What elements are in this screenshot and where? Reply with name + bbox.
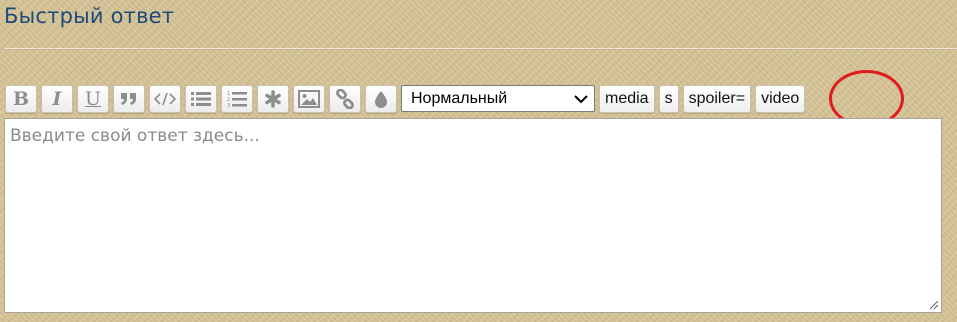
link-icon bbox=[336, 88, 354, 109]
link-button[interactable] bbox=[329, 84, 361, 113]
chevron-down-icon bbox=[574, 94, 588, 104]
image-icon bbox=[298, 89, 320, 108]
bullet-list-button[interactable] bbox=[185, 84, 217, 113]
underline-button[interactable]: U bbox=[77, 84, 109, 113]
code-button[interactable] bbox=[149, 84, 181, 113]
font-size-value: Нормальный bbox=[411, 89, 508, 107]
tag-media-label: media bbox=[605, 89, 649, 107]
tag-spoiler-button[interactable]: spoiler= bbox=[682, 84, 752, 113]
color-button[interactable] bbox=[365, 84, 397, 113]
asterisk-icon bbox=[265, 89, 281, 108]
numbered-list-button[interactable]: 123 bbox=[221, 84, 253, 113]
quote-button[interactable] bbox=[113, 84, 145, 113]
bold-button[interactable]: B bbox=[5, 84, 37, 113]
resize-grip-icon[interactable] bbox=[929, 300, 939, 310]
image-button[interactable] bbox=[293, 84, 325, 113]
quote-icon bbox=[121, 92, 136, 105]
underline-label: U bbox=[84, 87, 101, 110]
reply-textarea[interactable]: Введите свой ответ здесь... bbox=[4, 118, 942, 313]
editor-toolbar: B I U 123 Нормальный media s spoiler= vi… bbox=[5, 84, 806, 113]
bold-label: B bbox=[12, 87, 30, 110]
tag-spoiler-label: spoiler= bbox=[688, 89, 746, 107]
bullet-list-icon bbox=[191, 91, 211, 106]
droplet-icon bbox=[375, 90, 387, 108]
list-item-button[interactable] bbox=[257, 84, 289, 113]
tag-video-label: video bbox=[761, 89, 800, 107]
italic-label: I bbox=[52, 87, 62, 110]
tag-s-label: s bbox=[664, 89, 673, 107]
tag-video-button[interactable]: video bbox=[755, 84, 806, 113]
divider bbox=[4, 48, 957, 49]
tag-s-button[interactable]: s bbox=[658, 84, 679, 113]
svg-text:3: 3 bbox=[227, 103, 230, 108]
code-icon bbox=[154, 92, 176, 105]
tag-media-button[interactable]: media bbox=[599, 84, 655, 113]
numbered-list-icon: 123 bbox=[227, 91, 247, 108]
font-size-select[interactable]: Нормальный bbox=[401, 85, 595, 112]
italic-button[interactable]: I bbox=[41, 84, 73, 113]
reply-placeholder: Введите свой ответ здесь... bbox=[10, 126, 260, 146]
page-title: Быстрый ответ bbox=[4, 4, 175, 28]
